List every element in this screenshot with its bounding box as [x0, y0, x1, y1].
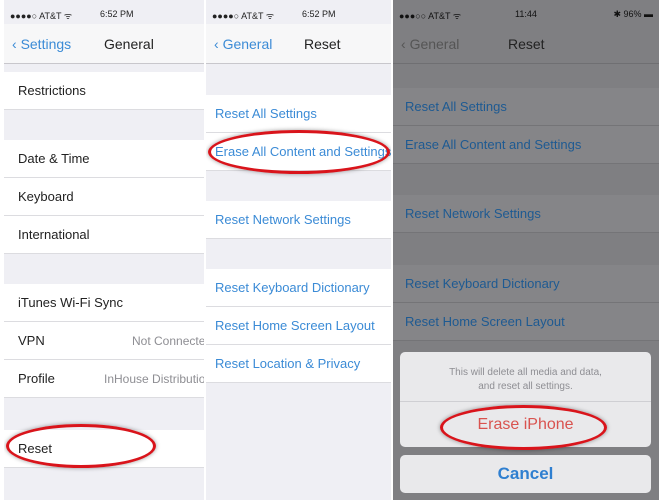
highlight-oval — [6, 424, 156, 468]
row-profile[interactable]: Profile InHouse Distribution — [4, 360, 204, 398]
carrier: ●●●●○ AT&T ᯤ — [10, 11, 73, 21]
reset-network-settings[interactable]: Reset Network Settings — [393, 195, 659, 233]
time: 6:52 PM — [100, 9, 134, 19]
highlight-oval — [208, 130, 390, 174]
reset-home-screen-layout[interactable]: Reset Home Screen Layout — [206, 307, 391, 345]
profile-value: InHouse Distribution — [104, 372, 204, 386]
back-button[interactable]: ‹ General — [214, 36, 272, 52]
status-bar: ●●●○○ AT&T ᯤ 11:44 ✱ 96% ▬ — [393, 0, 659, 24]
reset-keyboard-dictionary[interactable]: Reset Keyboard Dictionary — [393, 265, 659, 303]
sheet-message: This will delete all media and data, and… — [400, 352, 651, 402]
row-international[interactable]: International — [4, 216, 204, 254]
vpn-value: Not Connected — [132, 334, 204, 348]
reset-keyboard-dictionary[interactable]: Reset Keyboard Dictionary — [206, 269, 391, 307]
general-settings-screen: ●●●●○ AT&T ᯤ 6:52 PM ‹ Settings General R… — [4, 0, 204, 500]
carrier: ●●●●○ AT&T ᯤ — [212, 11, 275, 21]
nav-bar: ‹ Settings General — [4, 24, 204, 64]
page-title: Reset — [304, 36, 341, 52]
status-bar: ●●●●○ AT&T ᯤ 6:52 PM — [4, 0, 204, 24]
row-vpn[interactable]: VPN Not Connected — [4, 322, 204, 360]
row-date-time[interactable]: Date & Time — [4, 140, 204, 178]
time: 11:44 — [515, 9, 537, 19]
label: Profile — [18, 371, 55, 386]
back-button[interactable]: ‹ General — [401, 36, 459, 52]
back-label: General — [222, 36, 273, 52]
row-itunes-wifi-sync[interactable]: iTunes Wi-Fi Sync — [4, 284, 204, 322]
reset-network-settings[interactable]: Reset Network Settings — [206, 201, 391, 239]
status-bar: ●●●●○ AT&T ᯤ 6:52 PM — [206, 0, 391, 24]
reset-location-privacy[interactable]: Reset Location & Privacy — [206, 345, 391, 383]
back-label: Settings — [20, 36, 72, 52]
nav-bar: ‹ General Reset — [393, 24, 659, 64]
erase-all-content[interactable]: Erase All Content and Settings — [393, 126, 659, 164]
battery-indicator: ✱ 96% ▬ — [613, 9, 653, 19]
reset-all-settings[interactable]: Reset All Settings — [393, 88, 659, 126]
time: 6:52 PM — [302, 9, 336, 19]
highlight-oval — [440, 405, 607, 450]
back-button[interactable]: ‹ Settings — [12, 36, 71, 52]
label: VPN — [18, 333, 45, 348]
carrier: ●●●○○ AT&T ᯤ — [399, 11, 462, 21]
row-keyboard[interactable]: Keyboard — [4, 178, 204, 216]
cancel-button[interactable]: Cancel — [400, 455, 651, 493]
back-label: General — [409, 36, 460, 52]
row-restrictions[interactable]: Restrictions — [4, 72, 204, 110]
reset-home-screen-layout[interactable]: Reset Home Screen Layout — [393, 303, 659, 341]
reset-confirm-screen: ●●●○○ AT&T ᯤ 11:44 ✱ 96% ▬ ‹ General Reset… — [393, 0, 659, 500]
reset-all-settings[interactable]: Reset All Settings — [206, 95, 391, 133]
page-title: Reset — [508, 36, 545, 52]
nav-bar: ‹ General Reset — [206, 24, 391, 64]
page-title: General — [104, 36, 154, 52]
reset-screen: ●●●●○ AT&T ᯤ 6:52 PM ‹ General Reset Rese… — [206, 0, 391, 500]
